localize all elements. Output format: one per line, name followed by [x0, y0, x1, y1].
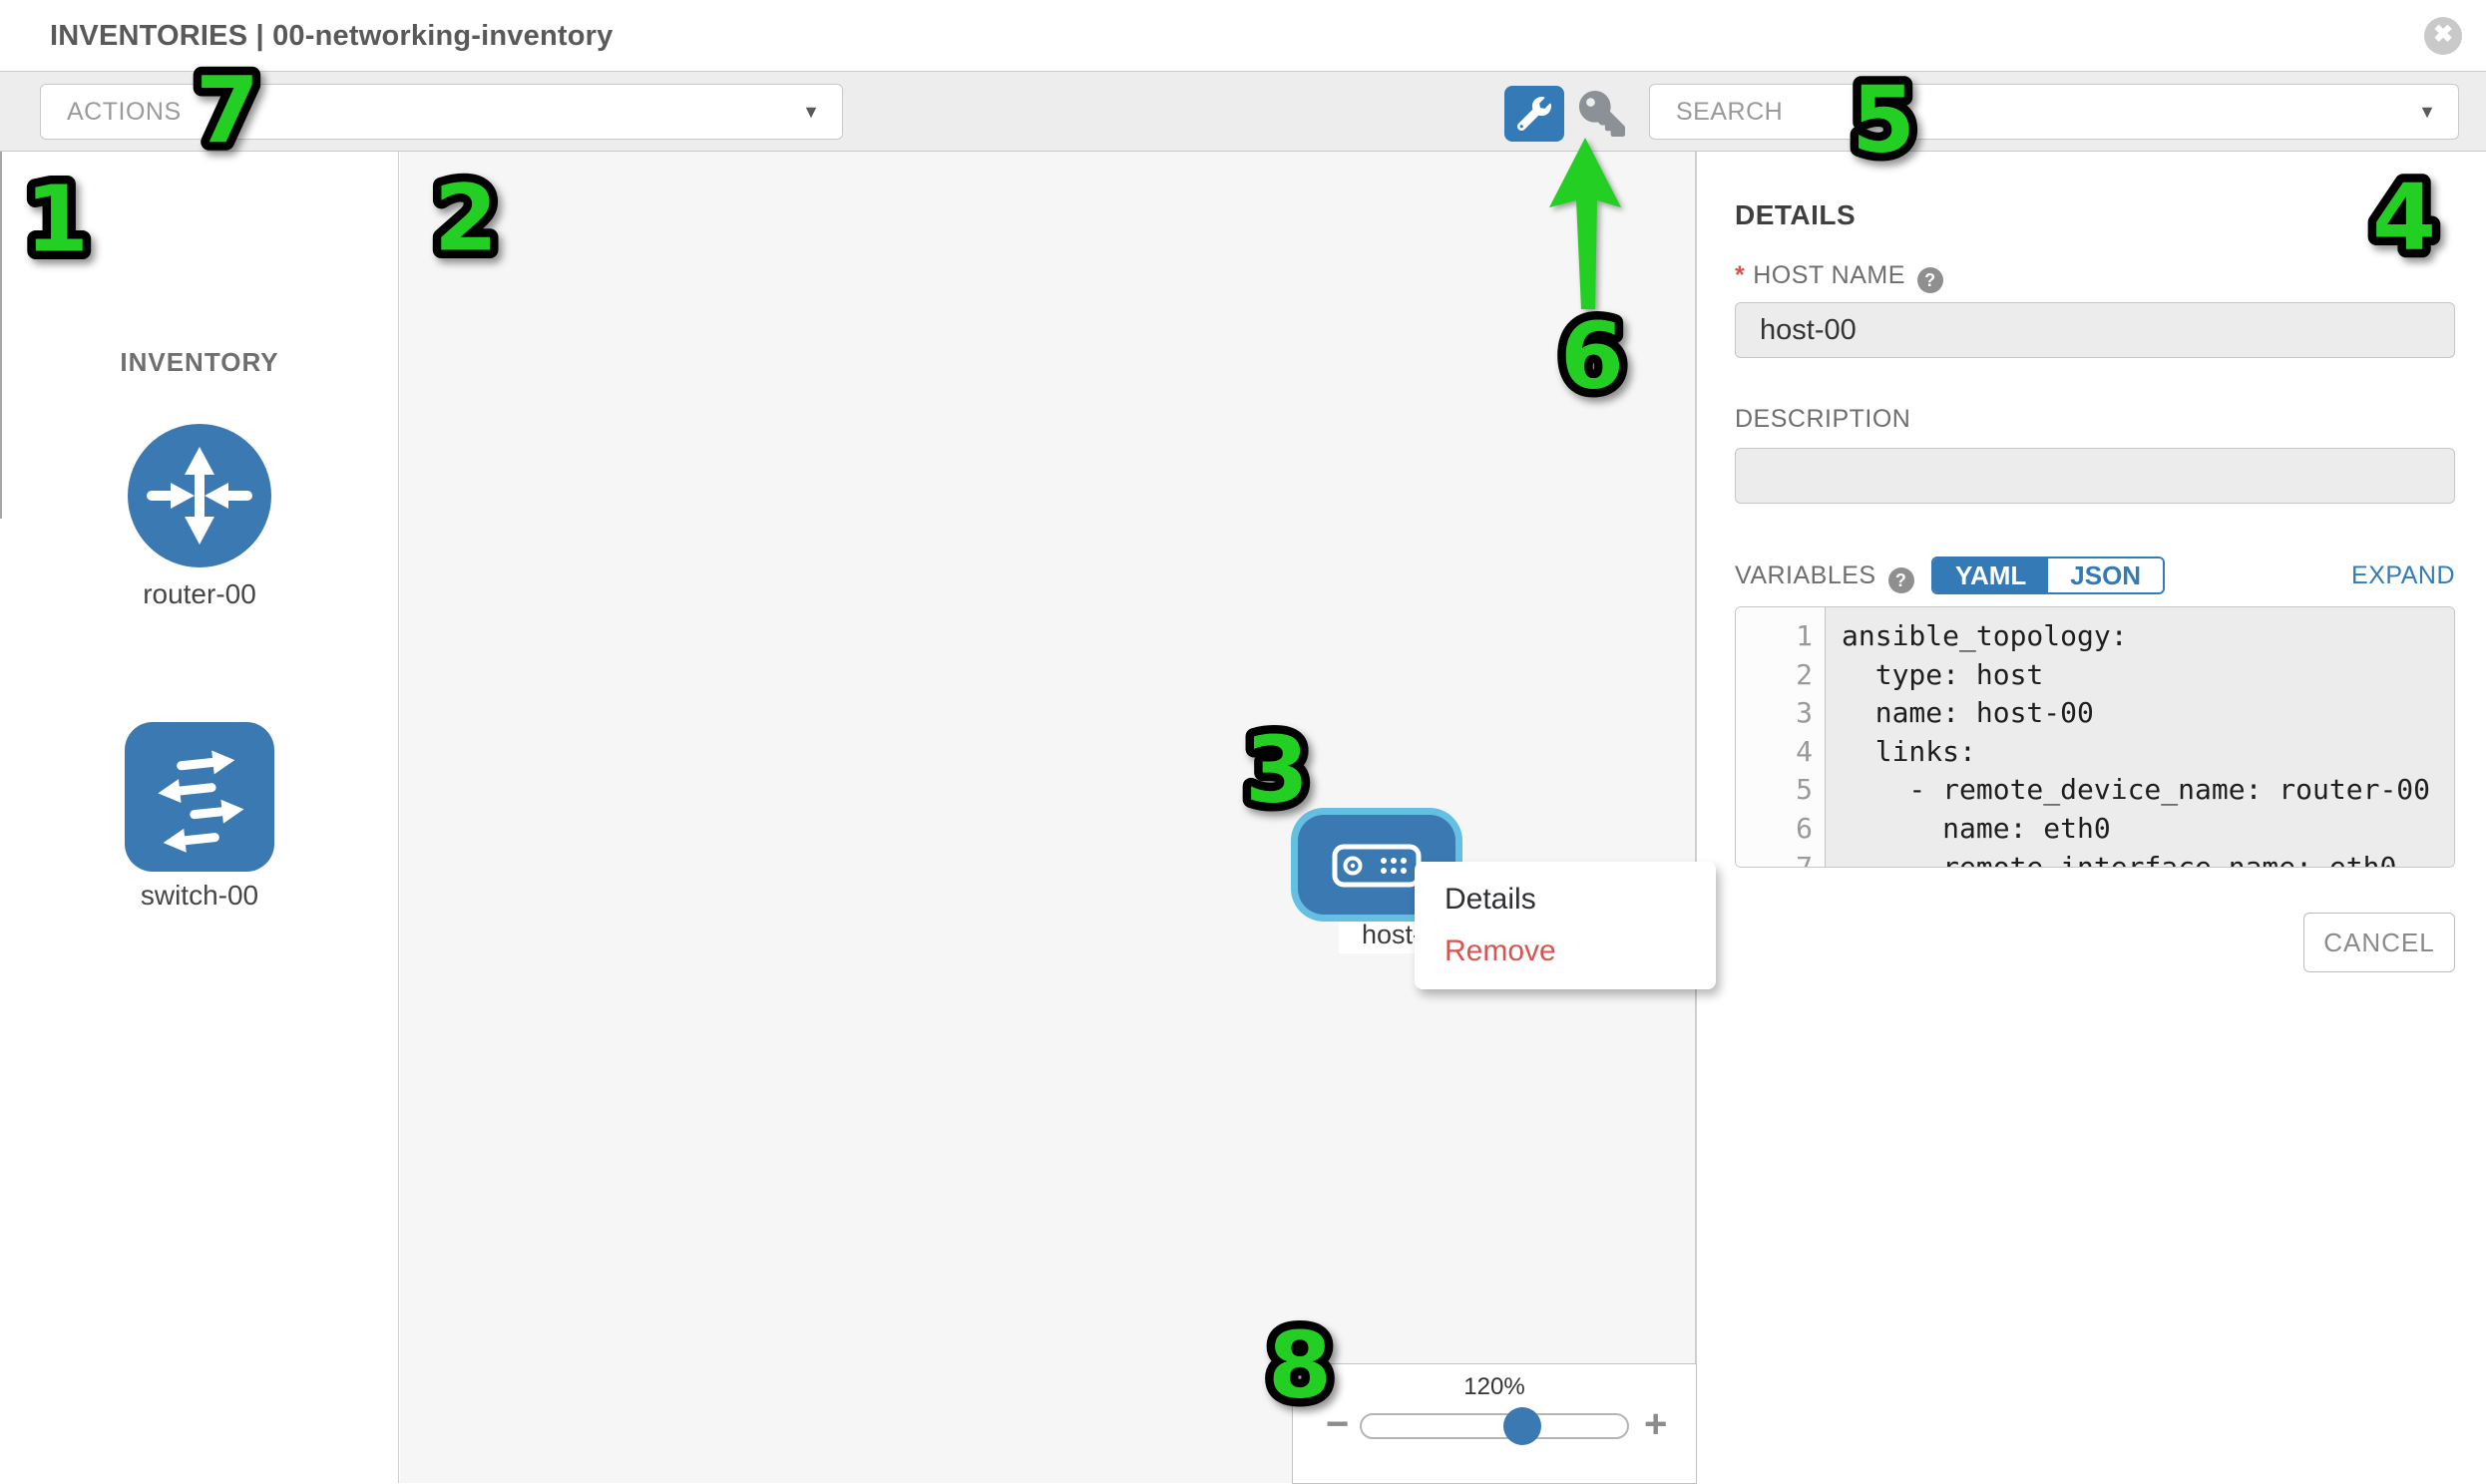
cancel-button[interactable]: CANCEL: [2303, 913, 2455, 972]
zoom-slider-thumb[interactable]: [1503, 1407, 1541, 1445]
editor-gutter: 1234567: [1736, 607, 1826, 867]
variables-row: VARIABLES? YAML JSON EXPAND: [1735, 556, 2455, 592]
zoom-out-button[interactable]: −: [1326, 1402, 1349, 1447]
switch-icon: [125, 859, 274, 876]
page-header: INVENTORIES | 00-networking-inventory ✖: [0, 0, 2486, 72]
actions-dropdown[interactable]: ACTIONS ▼: [40, 84, 843, 140]
context-menu-item-details[interactable]: Details: [1415, 874, 1716, 926]
search-dropdown[interactable]: SEARCH ▼: [1649, 84, 2459, 140]
sidebar-heading: INVENTORY: [0, 347, 399, 378]
page-title: INVENTORIES | 00-networking-inventory: [50, 0, 613, 72]
zoom-level-value: 120%: [1293, 1373, 1696, 1401]
sidebar-item-router[interactable]: router-00: [125, 421, 274, 575]
description-field[interactable]: [1735, 448, 2455, 504]
context-menu-item-remove[interactable]: Remove: [1415, 926, 1716, 977]
help-icon[interactable]: ?: [1888, 567, 1914, 593]
sidebar-item-switch[interactable]: switch-00: [125, 722, 274, 877]
close-icon[interactable]: ✖: [2424, 17, 2462, 55]
host-name-field[interactable]: [1735, 302, 2455, 358]
sidebar-item-label: switch-00: [62, 880, 337, 912]
chevron-down-icon: ▼: [802, 85, 820, 139]
key-icon: [1579, 124, 1625, 141]
tools-button[interactable]: [1504, 86, 1564, 142]
chevron-down-icon: ▼: [2418, 85, 2436, 139]
toggle-yaml-button[interactable]: YAML: [1933, 558, 2048, 592]
toolbar: ACTIONS ▼ SEARCH ▼: [0, 72, 2486, 152]
expand-link[interactable]: EXPAND: [2351, 561, 2455, 590]
inventory-sidebar: INVENTORY router-00: [0, 152, 399, 1483]
description-label: DESCRIPTION: [1735, 405, 1910, 434]
editor-code[interactable]: ansible_topology: type: host name: host-…: [1826, 607, 2454, 867]
variables-format-toggle: YAML JSON: [1931, 556, 2165, 594]
sidebar-item-label: router-00: [62, 578, 337, 610]
credentials-key-button[interactable]: [1579, 91, 1625, 137]
context-menu: Details Remove: [1415, 862, 1716, 989]
zoom-control-panel: 120% − +: [1292, 1363, 1697, 1484]
search-placeholder: SEARCH: [1676, 85, 1783, 139]
details-panel: DETAILS *HOST NAME? DESCRIPTION VARIABLE…: [1696, 152, 2486, 1483]
variables-label: VARIABLES?: [1735, 561, 1914, 593]
toggle-json-button[interactable]: JSON: [2048, 558, 2163, 592]
variables-editor: 1234567 ansible_topology: type: host nam…: [1735, 606, 2455, 868]
zoom-in-button[interactable]: +: [1644, 1402, 1667, 1447]
host-name-label: *HOST NAME?: [1735, 261, 1943, 293]
actions-placeholder: ACTIONS: [67, 85, 182, 139]
zoom-slider[interactable]: [1360, 1413, 1629, 1439]
help-icon[interactable]: ?: [1917, 267, 1943, 293]
router-icon: [125, 557, 274, 574]
details-heading: DETAILS: [1735, 199, 1856, 231]
required-asterisk: *: [1735, 261, 1745, 289]
topology-canvas[interactable]: host-00 Details Remove: [400, 152, 1696, 1483]
left-edge-divider: [0, 152, 2, 519]
